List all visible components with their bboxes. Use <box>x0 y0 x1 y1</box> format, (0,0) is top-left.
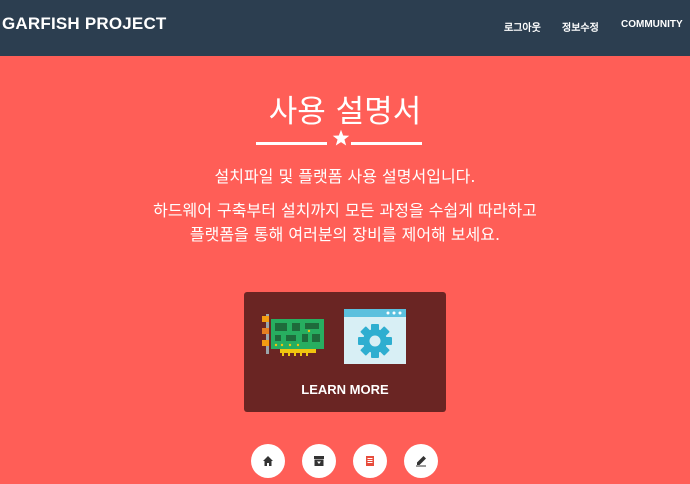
settings-window-icon <box>344 309 406 364</box>
book-icon <box>366 456 374 466</box>
manual-button[interactable] <box>353 444 387 478</box>
edit-button[interactable] <box>404 444 438 478</box>
nav-profile-edit-link[interactable]: 정보수정 <box>562 19 599 34</box>
divider-line-right <box>351 142 422 145</box>
home-button[interactable] <box>251 444 285 478</box>
star-icon <box>332 129 350 146</box>
brand-logo[interactable]: GARFISH PROJECT <box>2 14 167 34</box>
archive-icon <box>314 456 324 466</box>
learn-more-card[interactable]: LEARN MORE <box>244 292 446 412</box>
nav-community-link[interactable]: COMMUNITY <box>621 19 683 30</box>
star-divider <box>256 128 422 150</box>
edit-icon <box>416 456 426 467</box>
nav-logout-link[interactable]: 로그아웃 <box>504 19 541 34</box>
archive-button[interactable] <box>302 444 336 478</box>
navbar: GARFISH PROJECT 로그아웃 정보수정 COMMUNITY <box>0 0 690 56</box>
divider-line-left <box>256 142 327 145</box>
page-title: 사용 설명서 <box>268 94 422 130</box>
learn-more-label: LEARN MORE <box>301 382 389 397</box>
circuit-board-icon <box>262 314 324 356</box>
page-description: 하드웨어 구축부터 설치까지 모든 과정을 수쉽게 따라하고 플랫폼을 통해 여… <box>153 201 537 244</box>
page-subtitle: 설치파일 및 플랫폼 사용 설명서입니다. <box>214 167 476 186</box>
home-icon <box>263 456 273 466</box>
